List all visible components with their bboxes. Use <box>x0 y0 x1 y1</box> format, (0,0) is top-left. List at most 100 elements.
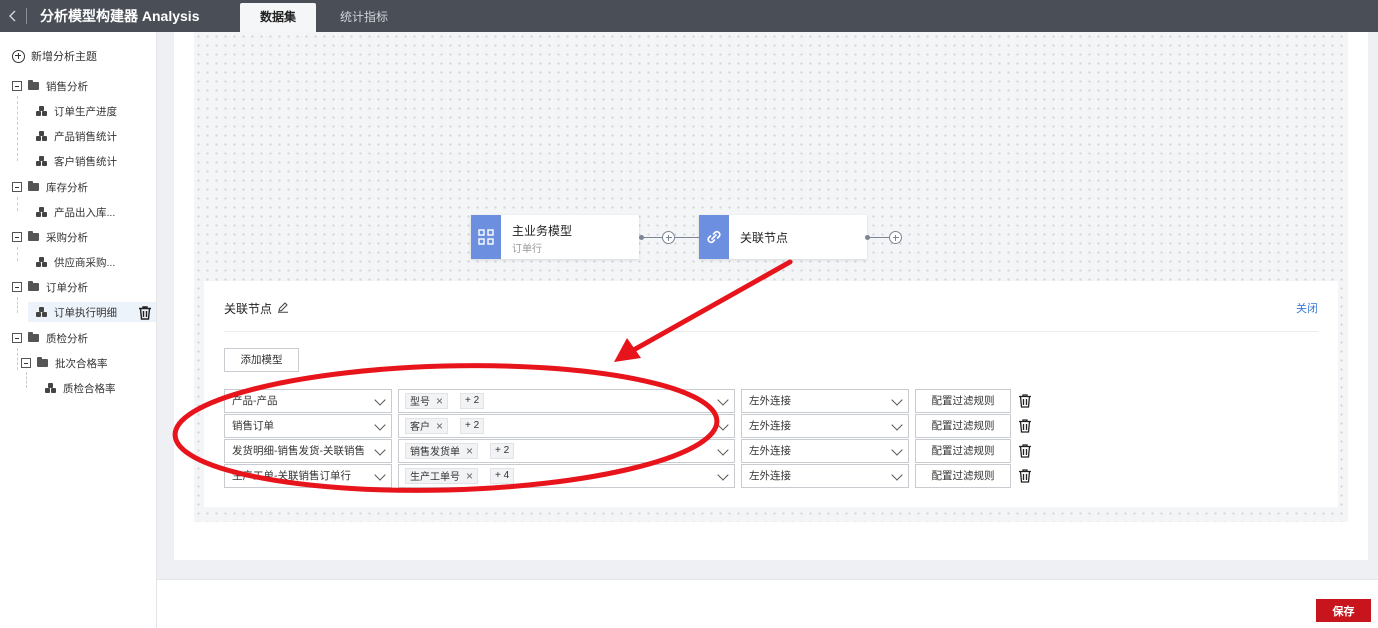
chevron-left-icon[interactable] <box>6 7 20 25</box>
grid-icon <box>471 215 501 259</box>
plus-circle-icon <box>12 49 25 63</box>
trash-icon[interactable] <box>1018 418 1032 434</box>
add-model-button[interactable]: 添加模型 <box>224 348 299 372</box>
close-icon[interactable]: × <box>436 394 443 408</box>
field-multiselect[interactable]: 客户 × + 2 <box>398 414 735 438</box>
trash-icon[interactable] <box>1018 468 1032 484</box>
tree-item-product-inout[interactable]: 产品出入库... <box>36 202 115 222</box>
tree-item-order-progress[interactable]: 订单生产进度 <box>36 101 117 121</box>
tree-group-label: 库存分析 <box>46 181 88 194</box>
add-topic-label: 新增分析主题 <box>31 51 97 63</box>
chevron-down-icon <box>717 394 729 406</box>
chevron-down-icon <box>374 444 386 456</box>
more-tag: + 2 <box>460 393 485 409</box>
tree-subgroup-batch[interactable]: 批次合格率 <box>21 353 108 373</box>
trash-icon[interactable] <box>137 305 153 321</box>
close-icon[interactable]: × <box>466 469 473 483</box>
join-select[interactable]: 左外连接 <box>741 414 909 438</box>
filter-rule-button[interactable]: 配置过滤规则 <box>915 464 1011 488</box>
connector-line <box>867 237 890 238</box>
model-select[interactable]: 生产工单-关联销售订单行 <box>224 464 392 488</box>
tab-metrics[interactable]: 统计指标 <box>320 3 408 32</box>
tree-group-label: 批次合格率 <box>55 357 108 370</box>
chevron-down-icon <box>374 419 386 431</box>
tree-item-supplier-purchase[interactable]: 供应商采购... <box>36 252 115 272</box>
collapse-icon[interactable] <box>12 81 22 91</box>
tree-item-product-sales[interactable]: 产品销售统计 <box>36 126 117 146</box>
more-tag: + 2 <box>460 418 485 434</box>
tree-item-label: 订单生产进度 <box>54 105 117 118</box>
join-select[interactable]: 左外连接 <box>741 389 909 413</box>
trash-icon[interactable] <box>1018 393 1032 409</box>
folder-icon <box>37 357 48 367</box>
chevron-down-icon <box>891 444 903 456</box>
tree-group-label: 质检分析 <box>46 332 88 345</box>
join-select[interactable]: 左外连接 <box>741 439 909 463</box>
join-select-value: 左外连接 <box>749 420 791 432</box>
save-button[interactable]: 保存 <box>1316 599 1371 622</box>
tag-label: 生产工单号 <box>410 472 460 483</box>
collapse-icon[interactable] <box>12 282 22 292</box>
node-subtitle: 订单行 <box>512 244 542 255</box>
chevron-down-icon <box>374 394 386 406</box>
main-model-node[interactable]: 主业务模型 订单行 <box>471 215 639 259</box>
field-tag[interactable]: 客户 × <box>405 418 449 434</box>
field-multiselect[interactable]: 型号 × + 2 <box>398 389 735 413</box>
close-icon[interactable]: × <box>466 444 473 458</box>
link-node-panel: 关联节点 关闭 添加模型 产品-产品 型号 × + 2 左外连接 配置过滤规则 销… <box>204 281 1338 507</box>
collapse-icon[interactable] <box>12 232 22 242</box>
tree-item-customer-sales[interactable]: 客户销售统计 <box>36 151 117 171</box>
tree-group-purchase[interactable]: 采购分析 <box>12 227 88 247</box>
join-select-value: 左外连接 <box>749 470 791 482</box>
connector-dot <box>865 235 870 240</box>
field-tag[interactable]: 销售发货单 × <box>405 443 479 459</box>
connector-dot <box>639 235 644 240</box>
filter-rule-button[interactable]: 配置过滤规则 <box>915 389 1011 413</box>
chevron-down-icon <box>717 419 729 431</box>
edit-icon[interactable] <box>277 301 289 313</box>
field-tag[interactable]: 型号 × <box>405 393 449 409</box>
tree-group-order[interactable]: 订单分析 <box>12 277 88 297</box>
top-bar: 分析模型构建器 Analysis 数据集 统计指标 <box>0 0 1378 32</box>
collapse-icon[interactable] <box>21 358 31 368</box>
collapse-icon[interactable] <box>12 182 22 192</box>
tree-item-label: 产品销售统计 <box>54 130 117 143</box>
tree-group-quality[interactable]: 质检分析 <box>12 328 88 348</box>
folder-icon <box>28 332 39 342</box>
model-select[interactable]: 产品-产品 <box>224 389 392 413</box>
node-title: 关联节点 <box>740 231 789 245</box>
field-multiselect[interactable]: 生产工单号 × + 4 <box>398 464 735 488</box>
model-icon <box>36 106 47 116</box>
add-node-icon[interactable] <box>889 231 902 244</box>
more-tag: + 4 <box>490 468 515 484</box>
filter-rule-button[interactable]: 配置过滤规则 <box>915 414 1011 438</box>
add-topic-button[interactable]: 新增分析主题 <box>12 48 97 64</box>
tree-item-label: 质检合格率 <box>63 382 116 395</box>
model-icon <box>45 383 56 393</box>
add-node-icon[interactable] <box>662 231 675 244</box>
collapse-icon[interactable] <box>12 333 22 343</box>
tree-item-quality-rate[interactable]: 质检合格率 <box>45 378 116 398</box>
tag-label: 销售发货单 <box>410 447 460 458</box>
model-select-value: 销售订单 <box>232 420 274 432</box>
link-node[interactable]: 关联节点 <box>699 215 867 259</box>
join-select-value: 左外连接 <box>749 395 791 407</box>
model-select-value: 产品-产品 <box>232 395 278 407</box>
close-link[interactable]: 关闭 <box>1296 300 1318 316</box>
join-select[interactable]: 左外连接 <box>741 464 909 488</box>
close-icon[interactable]: × <box>436 419 443 433</box>
tab-dataset[interactable]: 数据集 <box>240 3 317 32</box>
trash-icon[interactable] <box>1018 443 1032 459</box>
model-select[interactable]: 发货明细-销售发货-关联销售 <box>224 439 392 463</box>
tag-label: 客户 <box>410 422 430 433</box>
model-select-value: 生产工单-关联销售订单行 <box>232 470 351 482</box>
tree-group-label: 销售分析 <box>46 80 88 93</box>
tree-group-sales[interactable]: 销售分析 <box>12 76 88 96</box>
tree-group-label: 订单分析 <box>46 281 88 294</box>
tree-group-inventory[interactable]: 库存分析 <box>12 177 88 197</box>
field-multiselect[interactable]: 销售发货单 × + 2 <box>398 439 735 463</box>
chevron-down-icon <box>717 444 729 456</box>
filter-rule-button[interactable]: 配置过滤规则 <box>915 439 1011 463</box>
model-select[interactable]: 销售订单 <box>224 414 392 438</box>
field-tag[interactable]: 生产工单号 × <box>405 468 479 484</box>
